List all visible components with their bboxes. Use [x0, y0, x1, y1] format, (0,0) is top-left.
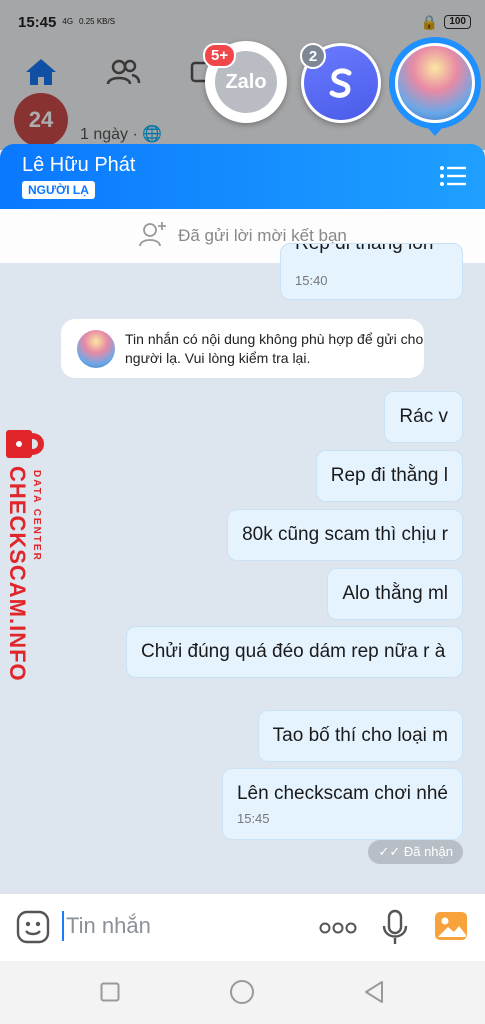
system-warning-note: Tin nhắn có nội dung không phù hợp để gử… — [61, 319, 424, 378]
recents-icon[interactable] — [99, 981, 121, 1003]
message-bubble[interactable]: Rác v — [384, 391, 463, 443]
menu-list-icon[interactable] — [439, 164, 467, 188]
message-input-bar: Tin nhắn — [0, 893, 485, 961]
warning-avatar — [77, 329, 115, 368]
message-list[interactable]: Rep đi thằng lồn 15:40 Tin nhắn có nội d… — [0, 243, 485, 893]
system-warning-text: Tin nhắn có nội dung không phù hợp để gử… — [125, 330, 424, 366]
zalo-unread-badge: 5+ — [203, 43, 237, 68]
message-time: 15:40 — [295, 273, 328, 288]
message-text: Rep đi thằng l — [330, 465, 448, 486]
message-bubble[interactable]: Lên checkscam chơi nhé 15:45 — [221, 768, 463, 840]
chat-header: Lê Hữu Phát NGƯỜI LẠ — [0, 144, 485, 209]
active-chat-avatar — [395, 43, 475, 123]
message-text: Chửi đúng quá đéo dám rep nữa r à — [141, 641, 446, 662]
message-bubble[interactable]: 80k cũng scam thì chịu r — [227, 509, 463, 561]
add-friend-icon — [138, 220, 168, 253]
double-check-icon: ✓✓ — [378, 844, 401, 859]
delivery-status: ✓✓ Đã nhận — [368, 840, 463, 864]
watermark-text: CHECKSCAM.INFO — [5, 466, 30, 682]
message-text: Lên checkscam chơi nhé — [236, 783, 448, 804]
message-text: Rep đi thằng lồn — [295, 244, 448, 257]
watermark-lock-icon — [4, 424, 48, 460]
contact-name[interactable]: Lê Hữu Phát — [22, 154, 135, 177]
message-text: Alo thằng ml — [342, 583, 448, 604]
delivery-status-text: Đã nhận — [403, 844, 453, 859]
image-gallery-icon[interactable] — [433, 910, 469, 942]
message-bubble[interactable]: Rep đi thằng lồn 15:40 — [280, 243, 463, 300]
message-bubble[interactable]: Alo thằng ml — [327, 568, 463, 620]
active-chat-head[interactable] — [389, 37, 481, 129]
more-icon[interactable] — [318, 918, 358, 938]
active-chat-pointer — [426, 126, 444, 136]
home-button-icon[interactable] — [229, 979, 255, 1005]
watermark-subtext: DATA CENTER — [31, 470, 42, 562]
message-text: Rác v — [399, 406, 448, 427]
message-text: 80k cũng scam thì chịu r — [242, 524, 448, 545]
microphone-icon[interactable] — [380, 908, 410, 946]
message-text: Tao bố thí cho loại m — [272, 725, 448, 746]
message-input[interactable]: Tin nhắn — [62, 911, 151, 941]
stranger-badge: NGƯỜI LẠ — [22, 181, 95, 199]
back-icon[interactable] — [362, 979, 386, 1005]
message-bubble[interactable]: Rep đi thằng l — [315, 450, 463, 502]
message-time: 15:45 — [236, 811, 270, 826]
s-unread-badge: 2 — [300, 43, 326, 69]
message-bubble[interactable]: Tao bố thí cho loại m — [257, 710, 463, 762]
emoji-icon[interactable] — [16, 910, 50, 944]
system-navigation-bar — [0, 961, 485, 1024]
message-bubble[interactable]: Chửi đúng quá đéo dám rep nữa r à — [126, 626, 463, 678]
